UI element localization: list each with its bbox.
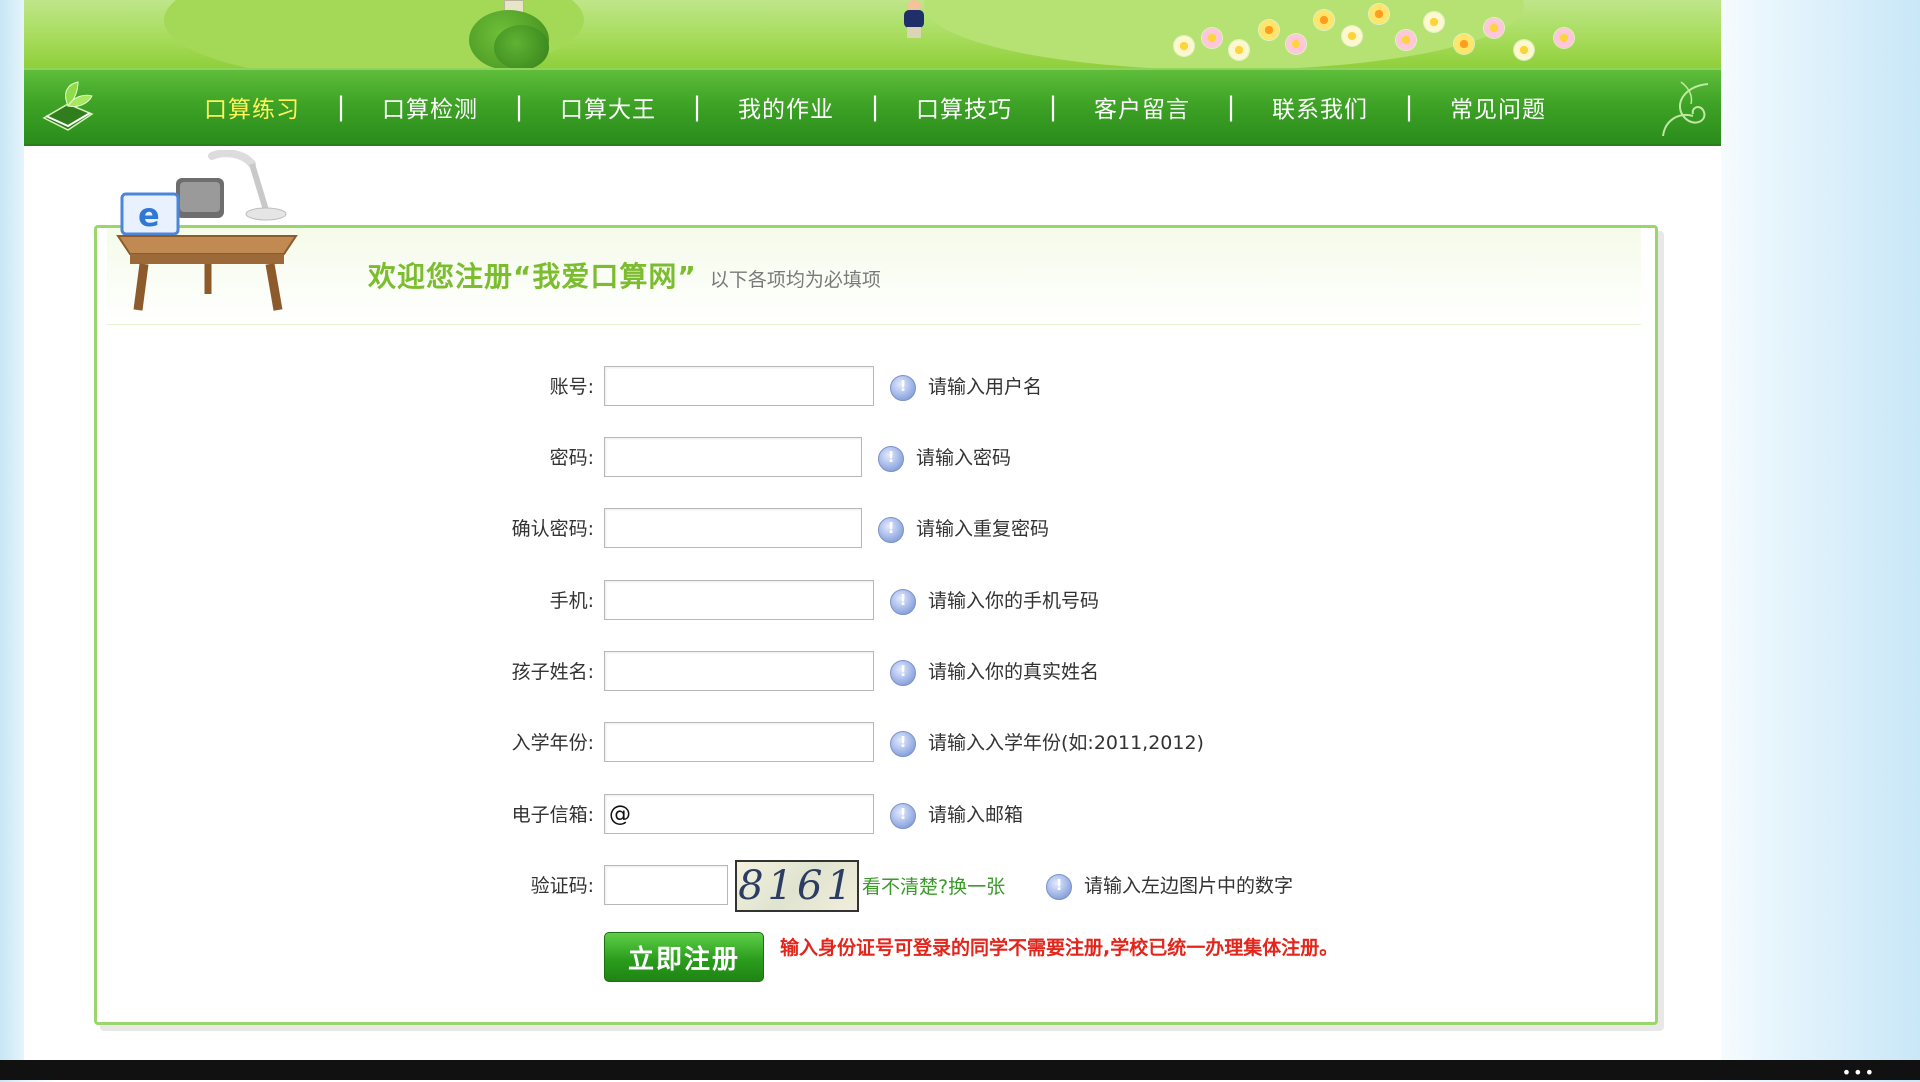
decorative-swirl-icon — [1662, 81, 1709, 137]
flower-icon — [1229, 40, 1249, 60]
flower-icon — [1202, 28, 1222, 48]
nav-separator: | — [1226, 92, 1236, 122]
nav-separator: | — [514, 92, 524, 122]
enrollment-year-label: 入学年份: — [511, 732, 594, 754]
banner-path — [1044, 0, 1324, 68]
info-icon — [890, 731, 916, 757]
nav-item-oral-tips[interactable]: 口算技巧 — [900, 90, 1028, 124]
info-icon — [1046, 874, 1072, 900]
flower-icon — [1259, 20, 1279, 40]
nav-separator: | — [692, 92, 702, 122]
book-leaf-logo-icon — [42, 81, 94, 131]
registration-panel — [94, 225, 1658, 1025]
confirm-password-input[interactable] — [604, 508, 862, 548]
page: 口算练习 | 口算检测 | 口算大王 | 我的作业 | 口算技巧 | 客户留言 … — [24, 0, 1721, 1060]
info-icon — [890, 375, 916, 401]
flower-icon — [1484, 18, 1504, 38]
child-name-hint: 请输入你的真实姓名 — [928, 661, 1100, 683]
nav-items: 口算练习 | 口算检测 | 口算大王 | 我的作业 | 口算技巧 | 客户留言 … — [188, 70, 1562, 144]
nav-separator: | — [336, 92, 346, 122]
account-hint: 请输入用户名 — [928, 376, 1043, 398]
phone-input[interactable] — [604, 580, 874, 620]
captcha-hint: 请输入左边图片中的数字 — [1084, 875, 1294, 897]
welcome-title: 欢迎您注册“我爱口算网” — [368, 260, 697, 293]
info-icon — [890, 660, 916, 686]
flower-icon — [1554, 28, 1574, 48]
flower-icon — [1286, 34, 1306, 54]
nav-item-oral-practice[interactable]: 口算练习 — [188, 90, 316, 124]
captcha-input[interactable] — [604, 865, 728, 905]
svg-text:e: e — [138, 196, 160, 234]
phone-label: 手机: — [549, 590, 594, 612]
captcha-label: 验证码: — [530, 875, 594, 897]
banner-child-figure — [899, 0, 927, 40]
child-name-label: 孩子姓名: — [511, 661, 594, 683]
nav-item-customer-messages[interactable]: 客户留言 — [1078, 90, 1206, 124]
nav-item-contact-us[interactable]: 联系我们 — [1256, 90, 1384, 124]
info-icon — [890, 803, 916, 829]
enrollment-year-hint: 请输入入学年份(如:2011,2012) — [928, 732, 1204, 754]
email-input[interactable] — [604, 794, 874, 834]
header-banner — [24, 0, 1721, 68]
nav-item-my-homework[interactable]: 我的作业 — [722, 90, 850, 124]
main-nav: 口算练习 | 口算检测 | 口算大王 | 我的作业 | 口算技巧 | 客户留言 … — [24, 68, 1721, 146]
account-label: 账号: — [549, 376, 594, 398]
info-icon — [890, 589, 916, 615]
more-menu-icon[interactable]: ••• — [1842, 1063, 1876, 1082]
flower-icon — [1514, 40, 1534, 60]
register-button[interactable]: 立即注册 — [604, 932, 764, 982]
phone-hint: 请输入你的手机号码 — [928, 590, 1100, 612]
nav-separator: | — [1404, 92, 1414, 122]
password-input[interactable] — [604, 437, 862, 477]
registration-notice: 输入身份证号可登录的同学不需要注册,学校已统一办理集体注册。 — [780, 937, 1339, 959]
flower-icon — [1314, 10, 1334, 30]
flower-icon — [1424, 12, 1444, 32]
confirm-password-hint: 请输入重复密码 — [916, 518, 1050, 540]
nav-separator: | — [870, 92, 880, 122]
password-label: 密码: — [549, 447, 594, 469]
info-icon — [878, 517, 904, 543]
required-note: 以下各项均为必填项 — [709, 269, 881, 291]
account-input[interactable] — [604, 366, 874, 406]
flower-icon — [1454, 34, 1474, 54]
password-hint: 请输入密码 — [916, 447, 1012, 469]
email-label: 电子信箱: — [511, 804, 594, 826]
computer-desk-icon: e — [116, 150, 298, 311]
banner-bush — [494, 25, 549, 68]
bottom-bar — [0, 1060, 1920, 1080]
welcome-heading: 欢迎您注册“我爱口算网” 以下各项均为必填项 — [368, 255, 881, 295]
confirm-password-label: 确认密码: — [511, 518, 594, 540]
nav-item-faq[interactable]: 常见问题 — [1434, 90, 1562, 124]
refresh-captcha-link[interactable]: 看不清楚?换一张 — [862, 872, 1005, 899]
flower-icon — [1342, 26, 1362, 46]
flower-icon — [1369, 4, 1389, 24]
nav-separator: | — [1048, 92, 1058, 122]
enrollment-year-input[interactable] — [604, 722, 874, 762]
info-icon — [878, 446, 904, 472]
captcha-image[interactable]: 8161 — [735, 860, 859, 912]
flower-icon — [1174, 36, 1194, 56]
email-hint: 请输入邮箱 — [928, 804, 1024, 826]
flower-icon — [1396, 30, 1416, 50]
nav-item-oral-test[interactable]: 口算检测 — [366, 90, 494, 124]
nav-item-oral-king[interactable]: 口算大王 — [544, 90, 672, 124]
child-name-input[interactable] — [604, 651, 874, 691]
